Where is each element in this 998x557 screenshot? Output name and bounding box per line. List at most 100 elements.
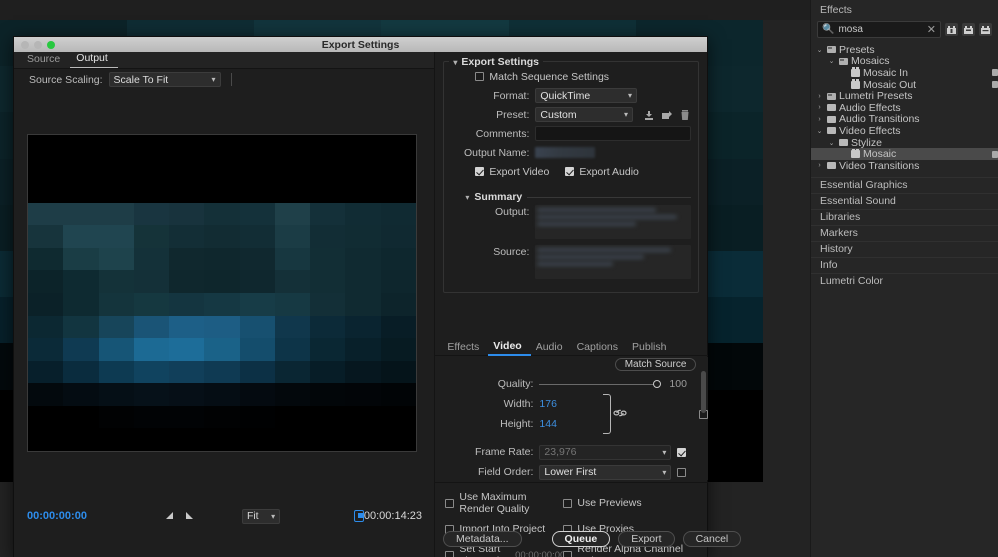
panel-tab-list[interactable]: Essential GraphicsEssential SoundLibrari…: [811, 177, 998, 289]
checkbox-use-previews[interactable]: Use Previews: [563, 491, 698, 515]
effects-tree-item[interactable]: ›Audio Effects: [811, 102, 998, 114]
mosaic-tile: [204, 428, 239, 451]
metadata-button[interactable]: Metadata...: [443, 531, 522, 547]
format-select[interactable]: QuickTime ▾: [535, 88, 637, 103]
tab-output[interactable]: Output: [70, 52, 118, 68]
search-input[interactable]: 🔍 mosa ✕: [817, 21, 941, 38]
match-sequence-settings-checkbox[interactable]: Match Sequence Settings: [475, 71, 609, 83]
effects-tree-item[interactable]: Mosaic: [811, 148, 998, 160]
effects-tree-item[interactable]: ⌄Mosaics: [811, 56, 998, 68]
panel-tab-essential-sound[interactable]: Essential Sound: [811, 193, 998, 209]
mosaic-tile: [28, 203, 63, 226]
source-scaling-select[interactable]: Scale To Fit ▾: [109, 72, 221, 87]
preset-folder-icon: [827, 93, 836, 100]
effects-tree[interactable]: ⌄Presets⌄MosaicsMosaic InMosaic Out›Lume…: [811, 44, 998, 172]
mosaic-tile: [99, 158, 134, 181]
close-window-button[interactable]: [21, 41, 29, 49]
match-source-button[interactable]: Match Source: [615, 358, 697, 371]
chevron-down-icon: ▾: [204, 75, 216, 84]
checkbox-use-maximum-render-quality[interactable]: Use Maximum Render Quality: [445, 491, 563, 515]
export-settings-group-header[interactable]: ▾ Export Settings: [449, 56, 543, 68]
32-bit-color-badge[interactable]: [962, 23, 975, 36]
clear-search-icon[interactable]: ✕: [927, 23, 936, 36]
mosaic-tile: [134, 270, 169, 293]
export-video-checkbox[interactable]: Export Video: [475, 166, 549, 178]
panel-tab-lumetri-color[interactable]: Lumetri Color: [811, 273, 998, 289]
panel-tab-history[interactable]: History: [811, 241, 998, 257]
mosaic-tile: [28, 383, 63, 406]
format-label: Format:: [451, 90, 529, 102]
video-settings-scrollbar[interactable]: [701, 371, 706, 413]
tab-captions[interactable]: Captions: [572, 341, 627, 355]
field-order-checkbox[interactable]: [677, 468, 686, 477]
frame-rate-select[interactable]: 23,976 ▾: [539, 445, 671, 460]
chevron-down-icon[interactable]: ⌄: [815, 127, 824, 135]
effects-tree-item[interactable]: ⌄Presets: [811, 44, 998, 56]
comments-input[interactable]: [535, 126, 691, 141]
height-value[interactable]: 144: [539, 418, 557, 430]
folder-icon: [827, 162, 836, 169]
export-preview-video[interactable]: [27, 134, 417, 452]
tab-source[interactable]: Source: [21, 53, 70, 68]
effects-tree-item[interactable]: Mosaic Out: [811, 79, 998, 91]
mosaic-tile: [99, 338, 134, 361]
in-point-icon[interactable]: [165, 510, 175, 523]
effects-tree-item[interactable]: ›Lumetri Presets: [811, 90, 998, 102]
export-audio-checkbox[interactable]: Export Audio: [565, 166, 639, 178]
chevron-right-icon[interactable]: ›: [815, 162, 824, 169]
chevron-right-icon[interactable]: ›: [815, 116, 824, 123]
accelerated-effects-badge[interactable]: [945, 23, 958, 36]
mosaic-tile: [204, 316, 239, 339]
mosaic-tile: [63, 248, 98, 271]
tab-publish[interactable]: Publish: [627, 341, 675, 355]
delete-preset-icon[interactable]: [679, 109, 691, 121]
effects-tree-item[interactable]: Mosaic In: [811, 67, 998, 79]
aspect-link-bracket: [603, 394, 611, 434]
export-settings-dialog: Export Settings SourceOutput Source Scal…: [13, 36, 708, 557]
chevron-right-icon[interactable]: ›: [815, 104, 824, 111]
chevron-right-icon[interactable]: ›: [815, 93, 824, 100]
export-button[interactable]: Export: [618, 531, 674, 547]
mosaic-tile: [169, 428, 204, 451]
preset-select[interactable]: Custom ▾: [535, 107, 633, 122]
export-frame-icon[interactable]: [354, 510, 364, 522]
match-sequence-settings-label: Match Sequence Settings: [489, 71, 609, 83]
queue-button[interactable]: Queue: [552, 531, 611, 547]
settings-tabbar[interactable]: EffectsVideoAudioCaptionsPublish: [435, 340, 708, 356]
save-preset-icon[interactable]: [643, 109, 655, 121]
yuv-color-badge[interactable]: [979, 23, 992, 36]
effects-tree-item[interactable]: ›Audio Transitions: [811, 114, 998, 126]
panel-tab-essential-graphics[interactable]: Essential Graphics: [811, 177, 998, 193]
effects-tree-item[interactable]: ›Video Transitions: [811, 160, 998, 172]
minimize-window-button[interactable]: [34, 41, 42, 49]
quality-slider[interactable]: [539, 384, 657, 385]
dialog-titlebar[interactable]: Export Settings: [14, 37, 707, 52]
chevron-down-icon[interactable]: ▾: [465, 193, 469, 202]
effects-tree-item[interactable]: ⌄Video Effects: [811, 125, 998, 137]
preset-label: Preset:: [451, 109, 529, 121]
width-value[interactable]: 176: [539, 398, 557, 410]
frame-rate-checkbox[interactable]: [677, 448, 686, 457]
chevron-down-icon[interactable]: ⌄: [827, 57, 836, 65]
panel-tab-libraries[interactable]: Libraries: [811, 209, 998, 225]
source-output-tabs[interactable]: SourceOutput: [14, 52, 434, 69]
field-order-select[interactable]: Lower First ▾: [539, 465, 671, 480]
effects-tree-item[interactable]: ⌄Stylize: [811, 137, 998, 149]
zoom-window-button[interactable]: [47, 41, 55, 49]
tab-video[interactable]: Video: [488, 340, 530, 356]
panel-tab-markers[interactable]: Markers: [811, 225, 998, 241]
tab-audio[interactable]: Audio: [531, 341, 572, 355]
chevron-down-icon[interactable]: ⌄: [827, 139, 836, 147]
panel-tab-info[interactable]: Info: [811, 257, 998, 273]
import-preset-icon[interactable]: [661, 109, 673, 121]
slider-knob[interactable]: [653, 380, 661, 388]
cancel-button[interactable]: Cancel: [683, 531, 742, 547]
chevron-down-icon[interactable]: ⌄: [815, 46, 824, 54]
chain-link-icon[interactable]: [613, 408, 627, 421]
tab-effects[interactable]: Effects: [442, 341, 488, 355]
output-name-value[interactable]: [535, 147, 595, 158]
current-timecode[interactable]: 00:00:00:00: [14, 510, 87, 522]
mosaic-tile: [345, 270, 380, 293]
preview-zoom-select[interactable]: Fit ▾: [242, 509, 280, 524]
out-point-icon[interactable]: [184, 510, 194, 523]
